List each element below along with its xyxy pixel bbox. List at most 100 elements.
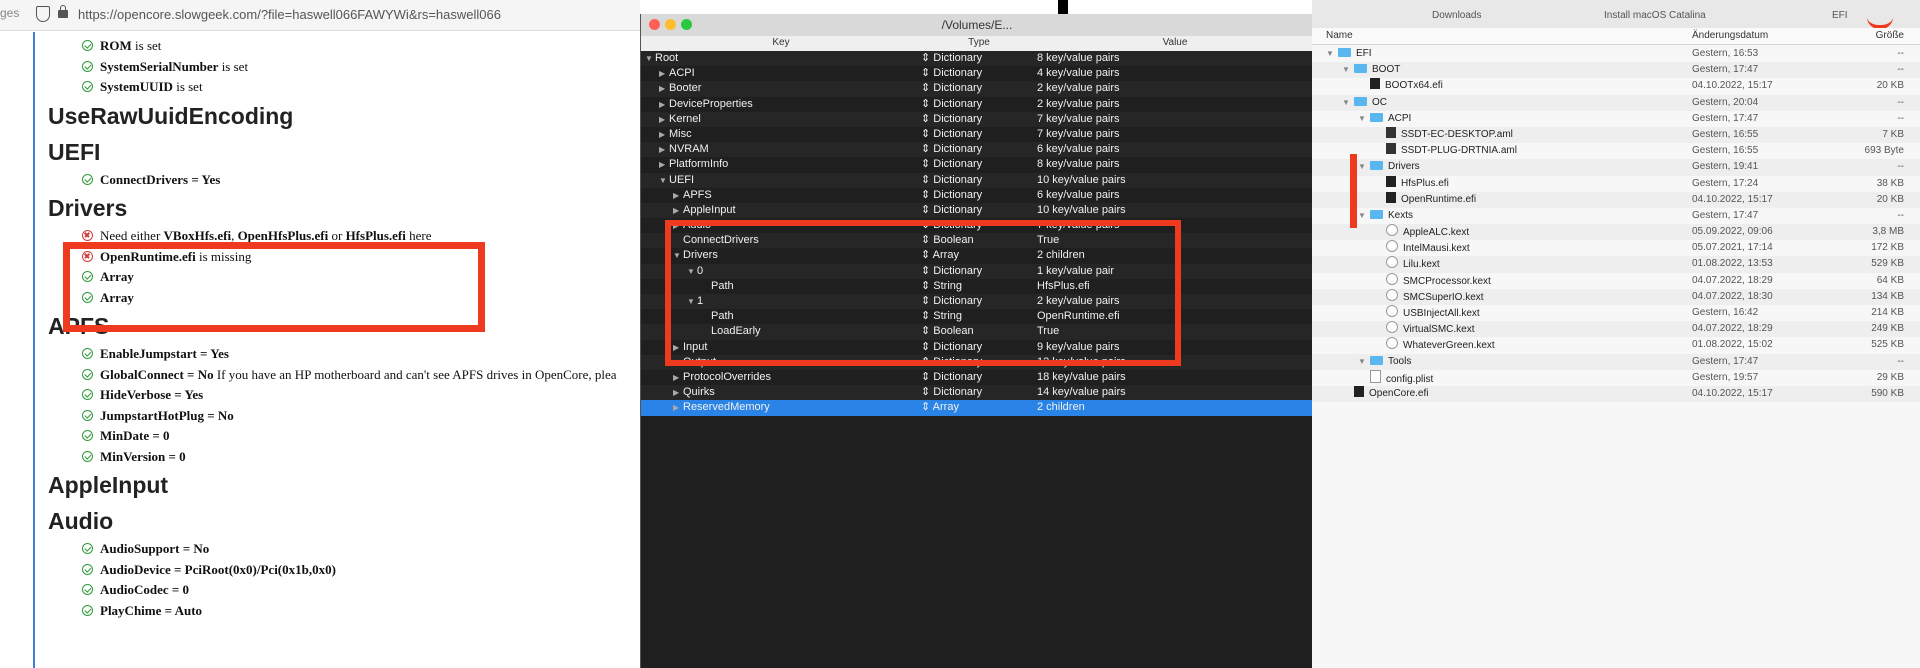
plist-key[interactable]: ▶ Booter: [659, 81, 701, 96]
plist-type-popup[interactable]: ⇕ Dictionary: [921, 66, 982, 81]
plist-key[interactable]: ▼ Root: [645, 51, 678, 66]
finder-name-cell[interactable]: WhateverGreen.kext: [1374, 337, 1495, 354]
plist-key[interactable]: ▶ Misc: [659, 127, 692, 142]
plist-value[interactable]: 10 key/value pairs: [1037, 173, 1126, 188]
plist-row[interactable]: ▶ ACPI ⇕ Dictionary 4 key/value pairs: [641, 66, 1313, 81]
plist-row[interactable]: ▶ AppleInput ⇕ Dictionary 10 key/value pair…: [641, 202, 1313, 219]
plist-value[interactable]: 2 children: [1037, 400, 1085, 415]
plist-row[interactable]: ▶ ReservedMemory ⇕ Array 2 children: [641, 400, 1313, 416]
finder-row[interactable]: IntelMausi.kext 05.07.2021, 17:14 172 KB: [1312, 240, 1920, 256]
finder-name-cell[interactable]: ▼ Drivers: [1358, 159, 1420, 175]
tab-install-macos[interactable]: Install macOS Catalina: [1604, 10, 1706, 21]
plist-value[interactable]: 6 key/value pairs: [1037, 188, 1120, 203]
disclosure-closed-icon[interactable]: ▶: [659, 97, 669, 112]
plist-row[interactable]: ▶ Quirks ⇕ Dictionary 14 key/value pairs: [641, 385, 1313, 401]
plist-row[interactable]: ▶ NVRAM ⇕ Dictionary 6 key/value pairs: [641, 142, 1313, 158]
finder-row[interactable]: OpenRuntime.efi 04.10.2022, 15:17 20 KB: [1312, 191, 1920, 208]
plist-row[interactable]: ▶ APFS ⇕ Dictionary 6 key/value pairs: [641, 188, 1313, 203]
column-header-value[interactable]: Value: [1037, 37, 1313, 48]
plist-key[interactable]: ▶ APFS: [673, 188, 712, 203]
disclosure-closed-icon[interactable]: ▶: [673, 385, 683, 400]
plist-row[interactable]: ▼ UEFI ⇕ Dictionary 10 key/value pairs: [641, 172, 1313, 188]
tab-downloads[interactable]: Downloads: [1432, 10, 1481, 21]
plist-key[interactable]: ▶ DeviceProperties: [659, 97, 753, 112]
finder-row[interactable]: SSDT-EC-DESKTOP.aml Gestern, 16:55 7 KB: [1312, 126, 1920, 144]
plist-value[interactable]: 14 key/value pairs: [1037, 385, 1126, 400]
finder-row[interactable]: ▼ Drivers Gestern, 19:41 --: [1312, 159, 1920, 176]
finder-row[interactable]: ▼ BOOT Gestern, 17:47 --: [1312, 62, 1920, 79]
finder-name-cell[interactable]: OpenCore.efi: [1342, 385, 1428, 402]
plist-key[interactable]: ▶ AppleInput: [673, 203, 736, 218]
plist-value[interactable]: 10 key/value pairs: [1037, 203, 1126, 218]
finder-name-cell[interactable]: BOOTx64.efi: [1358, 78, 1443, 94]
finder-row[interactable]: SMCProcessor.kext 04.07.2022, 18:29 64 KB: [1312, 272, 1920, 290]
plist-key[interactable]: ▶ PlatformInfo: [659, 157, 728, 172]
finder-name-cell[interactable]: ▼ EFI: [1326, 46, 1372, 62]
plist-value[interactable]: 2 key/value pairs: [1037, 81, 1120, 96]
finder-name-cell[interactable]: SMCSuperIO.kext: [1374, 288, 1484, 306]
disclosure-open-icon[interactable]: ▼: [1342, 95, 1354, 111]
plist-type-popup[interactable]: ⇕ Dictionary: [921, 173, 982, 188]
finder-row[interactable]: Lilu.kext 01.08.2022, 13:53 529 KB: [1312, 256, 1920, 273]
plist-type-popup[interactable]: ⇕ Dictionary: [921, 112, 982, 127]
plist-value[interactable]: 8 key/value pairs: [1037, 157, 1120, 172]
plist-type-popup[interactable]: ⇕ Dictionary: [921, 142, 982, 157]
disclosure-closed-icon[interactable]: ▶: [659, 127, 669, 142]
plist-row[interactable]: ▶ Misc ⇕ Dictionary 7 key/value pairs: [641, 127, 1313, 142]
column-header-name[interactable]: Name: [1326, 30, 1353, 41]
disclosure-open-icon[interactable]: ▼: [1358, 159, 1370, 175]
plist-row[interactable]: ▶ Booter ⇕ Dictionary 2 key/value pairs: [641, 81, 1313, 97]
finder-name-cell[interactable]: ▼ Tools: [1358, 354, 1411, 370]
finder-row[interactable]: USBInjectAll.kext Gestern, 16:42 214 KB: [1312, 305, 1920, 321]
disclosure-open-icon[interactable]: ▼: [645, 51, 655, 66]
plist-value[interactable]: 8 key/value pairs: [1037, 51, 1120, 66]
disclosure-closed-icon[interactable]: ▶: [659, 157, 669, 172]
plist-key[interactable]: ▼ UEFI: [659, 173, 694, 188]
disclosure-closed-icon[interactable]: ▶: [673, 203, 683, 218]
plist-row[interactable]: ▶ Kernel ⇕ Dictionary 7 key/value pairs: [641, 111, 1313, 127]
finder-row[interactable]: ▼ Tools Gestern, 17:47 --: [1312, 353, 1920, 370]
disclosure-closed-icon[interactable]: ▶: [659, 81, 669, 96]
finder-name-cell[interactable]: ▼ ACPI: [1358, 111, 1411, 127]
column-header-date[interactable]: Änderungsdatum: [1692, 30, 1768, 41]
finder-row[interactable]: SSDT-PLUG-DRTNIA.aml Gestern, 16:55 693 By…: [1312, 143, 1920, 159]
disclosure-open-icon[interactable]: ▼: [1326, 46, 1338, 62]
plist-value[interactable]: 2 key/value pairs: [1037, 97, 1120, 112]
plist-type-popup[interactable]: ⇕ Dictionary: [921, 127, 982, 142]
plist-value[interactable]: 4 key/value pairs: [1037, 66, 1120, 81]
disclosure-closed-icon[interactable]: ▶: [659, 66, 669, 81]
finder-row[interactable]: ▼ Kexts Gestern, 17:47 --: [1312, 208, 1920, 224]
column-header-type[interactable]: Type: [921, 37, 1037, 48]
lock-icon[interactable]: [58, 5, 68, 18]
finder-row[interactable]: AppleALC.kext 05.09.2022, 09:06 3,8 MB: [1312, 224, 1920, 241]
disclosure-closed-icon[interactable]: ▶: [659, 112, 669, 127]
finder-name-cell[interactable]: SMCProcessor.kext: [1374, 272, 1491, 290]
plist-type-popup[interactable]: ⇕ Dictionary: [921, 157, 982, 172]
finder-name-cell[interactable]: IntelMausi.kext: [1374, 240, 1470, 257]
plist-type-popup[interactable]: ⇕ Dictionary: [921, 81, 982, 96]
disclosure-closed-icon[interactable]: ▶: [673, 400, 683, 415]
address-bar[interactable]: ges https://opencore.slowgeek.com/?file=…: [0, 0, 640, 31]
plist-row[interactable]: ▶ ProtocolOverrides ⇕ Dictionary 18 key/val…: [641, 370, 1313, 385]
plist-value[interactable]: 6 key/value pairs: [1037, 142, 1120, 157]
disclosure-open-icon[interactable]: ▼: [1358, 354, 1370, 370]
column-header-size[interactable]: Größe: [1876, 30, 1904, 41]
plist-row[interactable]: ▶ DeviceProperties ⇕ Dictionary 2 key/value…: [641, 97, 1313, 112]
finder-row[interactable]: WhateverGreen.kext 01.08.2022, 15:02 525 K…: [1312, 337, 1920, 353]
plist-key[interactable]: ▶ Quirks: [673, 385, 715, 400]
plist-key[interactable]: ▶ Kernel: [659, 112, 701, 127]
disclosure-closed-icon[interactable]: ▶: [673, 188, 683, 203]
tab-efi[interactable]: EFI: [1832, 10, 1848, 21]
finder-name-cell[interactable]: ▼ Kexts: [1358, 208, 1413, 224]
disclosure-closed-icon[interactable]: ▶: [673, 370, 683, 385]
url-text[interactable]: https://opencore.slowgeek.com/?file=hasw…: [78, 7, 501, 22]
finder-name-cell[interactable]: HfsPlus.efi: [1374, 175, 1449, 192]
disclosure-open-icon[interactable]: ▼: [1358, 208, 1370, 224]
plist-row[interactable]: ▼ Root ⇕ Dictionary 8 key/value pairs: [641, 51, 1313, 67]
plist-type-popup[interactable]: ⇕ Array: [921, 400, 959, 415]
plist-type-popup[interactable]: ⇕ Dictionary: [921, 51, 982, 66]
disclosure-open-icon[interactable]: ▼: [1358, 111, 1370, 127]
plist-type-popup[interactable]: ⇕ Dictionary: [921, 385, 982, 400]
plist-type-popup[interactable]: ⇕ Dictionary: [921, 97, 982, 112]
finder-row[interactable]: HfsPlus.efi Gestern, 17:24 38 KB: [1312, 175, 1920, 192]
